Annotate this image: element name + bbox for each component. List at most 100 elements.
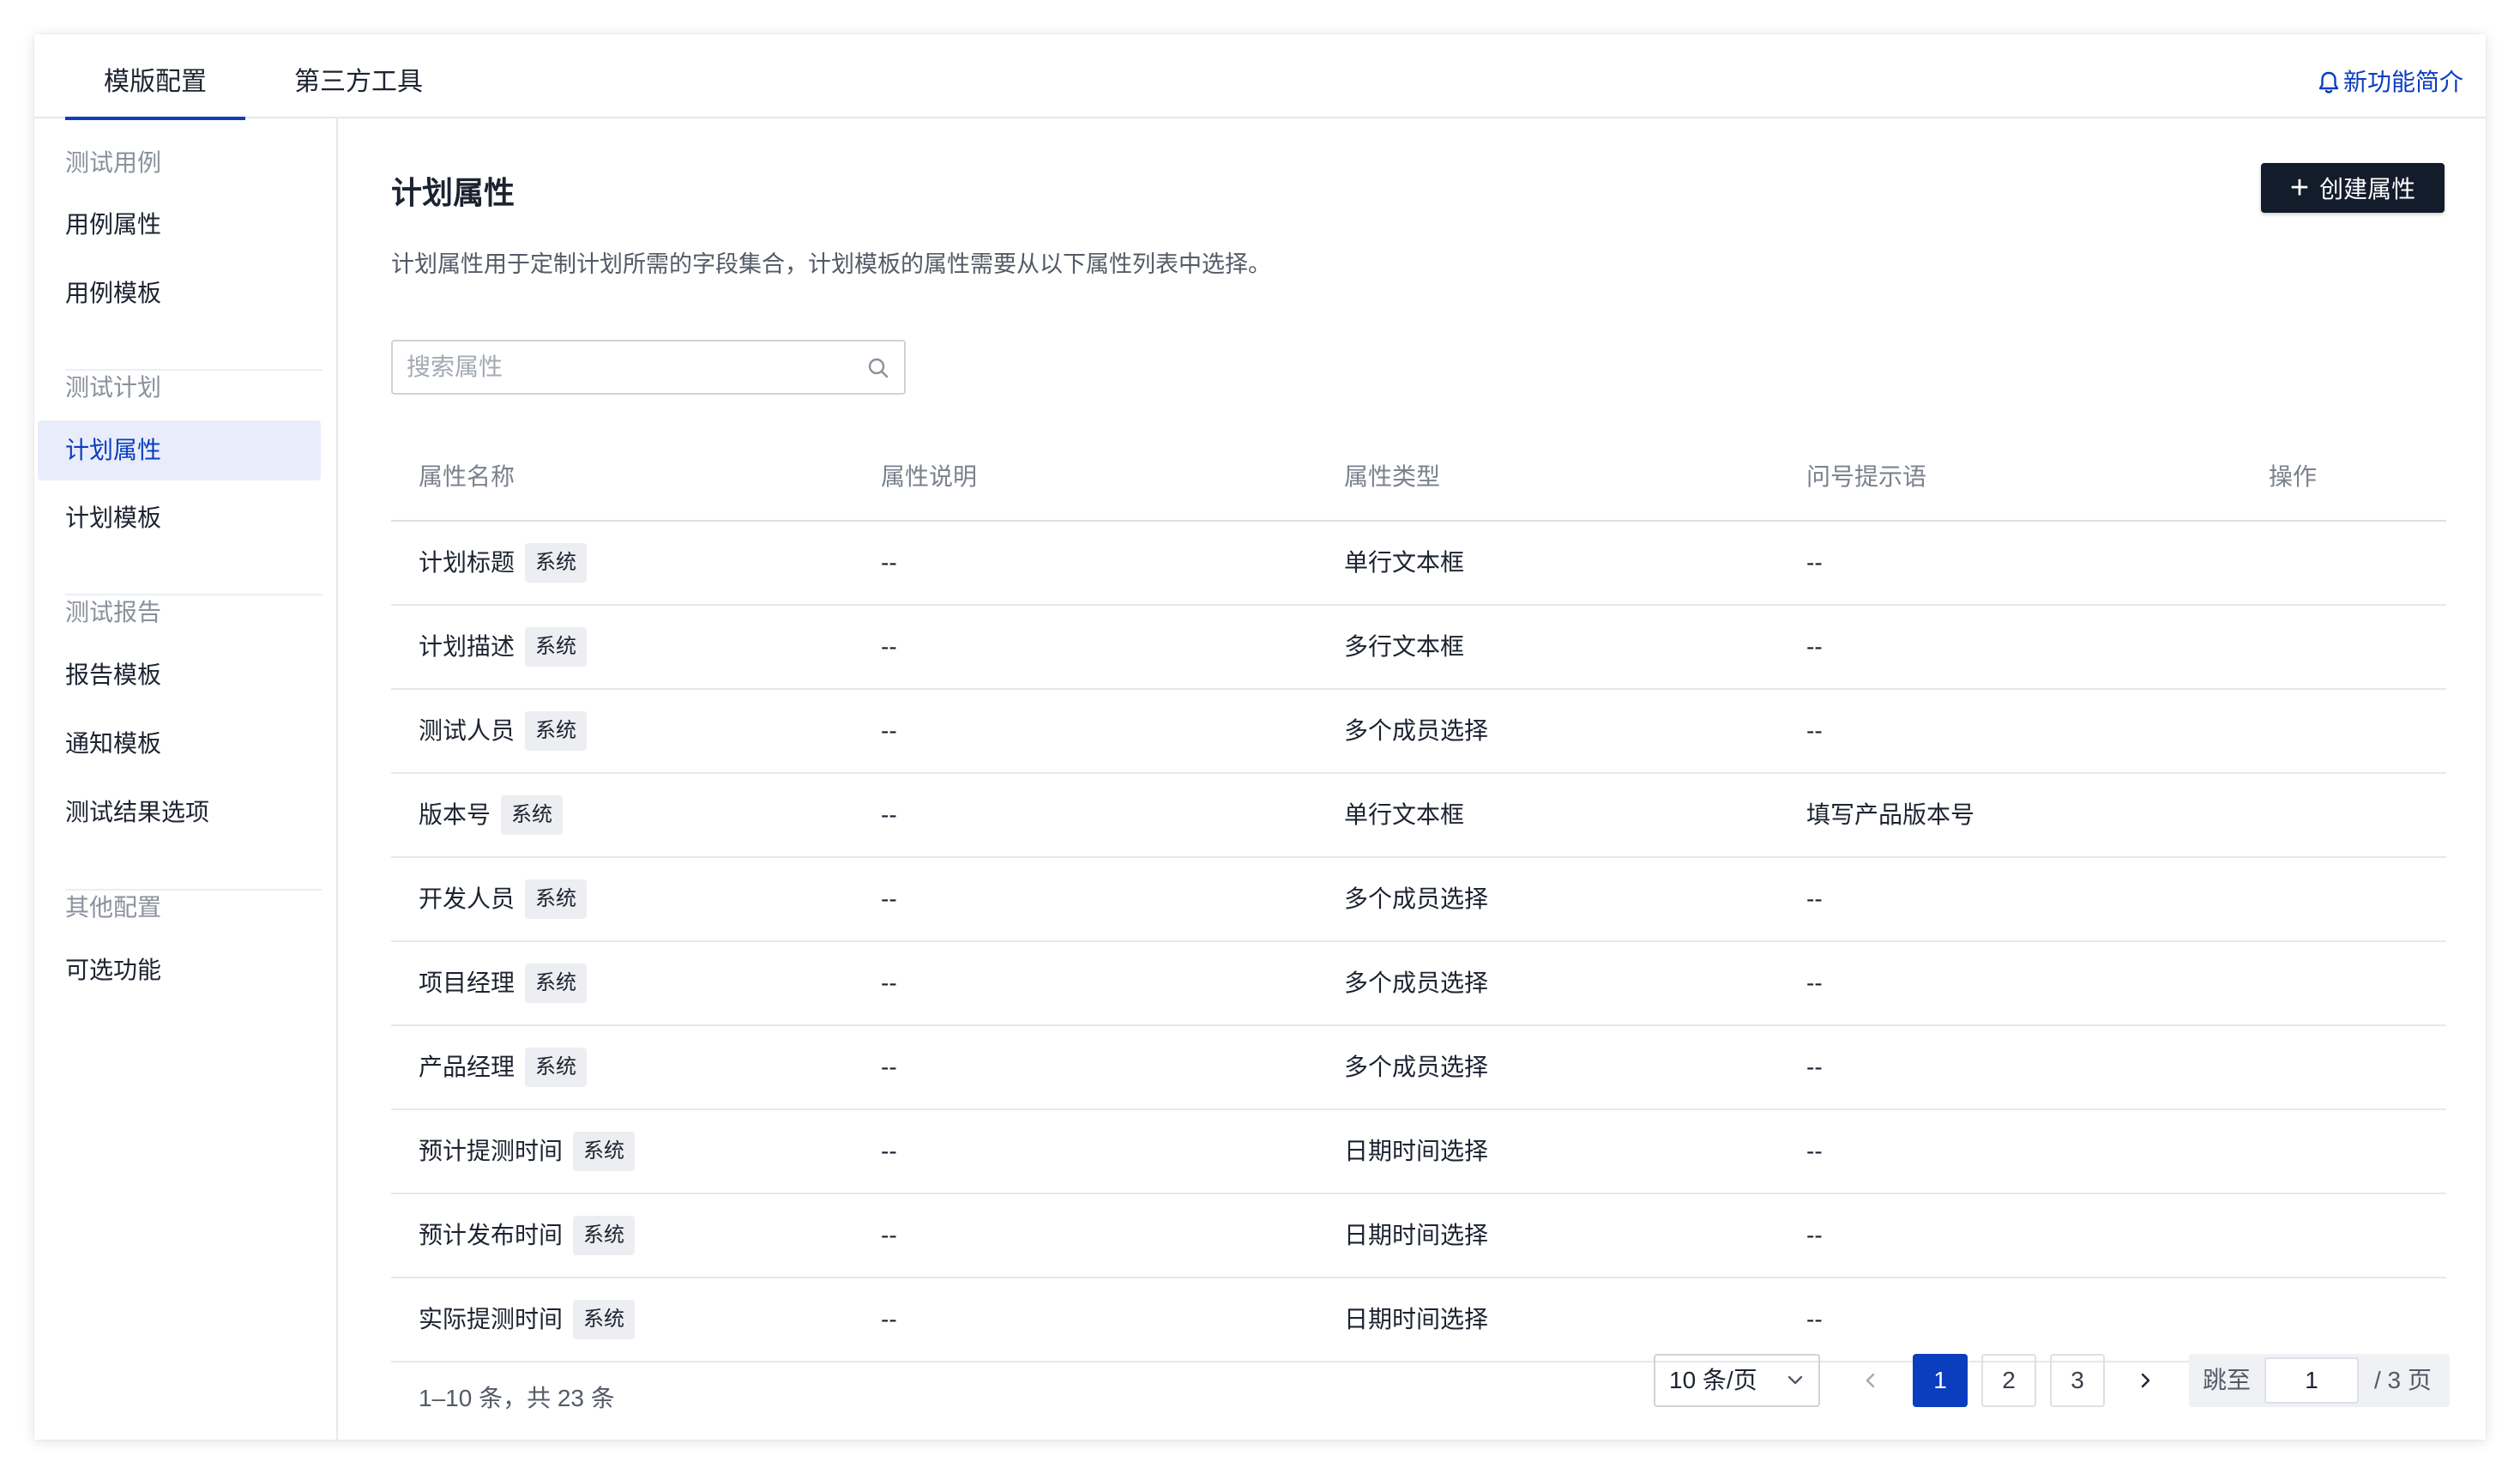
- chevron-right-icon: [2141, 1373, 2150, 1388]
- main-content: 计划属性 + 创建属性 计划属性用于定制计划所需的字段集合，计划模板的属性需要从…: [340, 118, 2486, 1440]
- system-tag: 系统: [573, 1300, 636, 1339]
- attribute-name-cell: 产品经理 系统: [419, 1026, 588, 1109]
- column-header-description: 属性说明: [881, 463, 978, 490]
- system-tag: 系统: [525, 627, 588, 667]
- attribute-hint: --: [1806, 633, 1823, 660]
- attribute-description: --: [881, 801, 897, 828]
- search-input[interactable]: [393, 341, 856, 393]
- attribute-type: 多行文本框: [1344, 633, 1465, 660]
- attribute-name: 预计发布时间: [419, 1222, 564, 1248]
- attribute-name-cell: 计划标题 系统: [419, 522, 588, 604]
- tab-third-party-tools[interactable]: 第三方工具: [273, 34, 444, 118]
- jump-page-input[interactable]: [2264, 1357, 2359, 1404]
- attribute-description: --: [881, 1138, 897, 1164]
- table-row[interactable]: 版本号 系统 -- 单行文本框 填写产品版本号: [391, 774, 2446, 858]
- page-jumper: 跳至 / 3 页: [2189, 1354, 2450, 1407]
- attribute-type: 单行文本框: [1344, 801, 1465, 828]
- sidebar-item-case-attributes[interactable]: 用例属性: [38, 195, 321, 255]
- table-row[interactable]: 预计提测时间 系统 -- 日期时间选择 --: [391, 1110, 2446, 1194]
- attribute-description: --: [881, 717, 897, 744]
- sidebar-item-test-result-options[interactable]: 测试结果选项: [38, 782, 321, 843]
- table-header: 属性名称 属性说明 属性类型 问号提示语 操作: [391, 434, 2446, 522]
- sidebar-item-notification-templates[interactable]: 通知模板: [38, 714, 321, 774]
- create-attribute-button[interactable]: + 创建属性: [2261, 163, 2445, 213]
- search-icon[interactable]: [866, 356, 890, 380]
- sidebar-item-plan-templates[interactable]: 计划模板: [38, 488, 321, 548]
- tab-template-config[interactable]: 模版配置: [65, 34, 245, 120]
- attribute-type: 日期时间选择: [1344, 1306, 1489, 1332]
- jump-to-label: 跳至: [2203, 1367, 2252, 1393]
- table-row[interactable]: 预计发布时间 系统 -- 日期时间选择 --: [391, 1194, 2446, 1278]
- attribute-description: --: [881, 970, 897, 996]
- sidebar-item-case-templates[interactable]: 用例模板: [38, 263, 321, 323]
- sidebar-item-plan-attributes[interactable]: 计划属性: [38, 420, 321, 480]
- sidebar: 测试用例 用例属性 用例模板 测试计划 计划属性 计划模板 测试报告 报告模板 …: [34, 118, 338, 1440]
- attribute-hint: --: [1806, 1222, 1823, 1248]
- system-tag: 系统: [501, 795, 564, 835]
- table-row[interactable]: 实际提测时间 系统 -- 日期时间选择 --: [391, 1278, 2446, 1362]
- attribute-name: 测试人员: [419, 717, 515, 744]
- attribute-name: 计划描述: [419, 633, 515, 660]
- plus-icon: +: [2289, 170, 2310, 206]
- attribute-description: --: [881, 1054, 897, 1080]
- attribute-description: --: [881, 1306, 897, 1332]
- page-button-3[interactable]: 3: [2050, 1354, 2105, 1407]
- prev-page-button[interactable]: [1844, 1354, 1897, 1407]
- attribute-name: 版本号: [419, 801, 491, 828]
- attribute-description: --: [881, 549, 897, 576]
- total-pages-label: / 3 页: [2374, 1367, 2432, 1393]
- system-tag: 系统: [573, 1132, 636, 1171]
- system-tag: 系统: [525, 543, 588, 583]
- system-tag: 系统: [525, 879, 588, 919]
- table-row[interactable]: 产品经理 系统 -- 多个成员选择 --: [391, 1026, 2446, 1110]
- system-tag: 系统: [525, 711, 588, 751]
- column-header-name: 属性名称: [419, 463, 515, 490]
- table-row[interactable]: 项目经理 系统 -- 多个成员选择 --: [391, 942, 2446, 1026]
- attribute-name-cell: 开发人员 系统: [419, 858, 588, 940]
- attribute-type: 单行文本框: [1344, 549, 1465, 576]
- column-header-hint: 问号提示语: [1806, 463, 1927, 490]
- sidebar-group-test-plans: 测试计划: [65, 374, 162, 401]
- next-page-button[interactable]: [2119, 1354, 2172, 1407]
- attribute-type: 多个成员选择: [1344, 970, 1489, 996]
- system-tag: 系统: [573, 1216, 636, 1255]
- sidebar-group-test-reports: 测试报告: [65, 599, 162, 625]
- attribute-name: 实际提测时间: [419, 1306, 564, 1332]
- attribute-type: 日期时间选择: [1344, 1138, 1489, 1164]
- attribute-hint: --: [1806, 1138, 1823, 1164]
- system-tag: 系统: [525, 1048, 588, 1087]
- page-description: 计划属性用于定制计划所需的字段集合，计划模板的属性需要从以下属性列表中选择。: [391, 251, 1271, 277]
- attribute-hint: --: [1806, 970, 1823, 996]
- attribute-name: 开发人员: [419, 885, 515, 912]
- bell-icon: [2318, 71, 2339, 94]
- column-header-actions: 操作: [2269, 463, 2318, 490]
- attribute-hint: 填写产品版本号: [1806, 801, 1975, 828]
- create-attribute-label: 创建属性: [2319, 176, 2416, 202]
- table-row[interactable]: 计划描述 系统 -- 多行文本框 --: [391, 606, 2446, 690]
- system-tag: 系统: [525, 964, 588, 1003]
- table-row[interactable]: 测试人员 系统 -- 多个成员选择 --: [391, 690, 2446, 774]
- table-row[interactable]: 开发人员 系统 -- 多个成员选择 --: [391, 858, 2446, 942]
- attribute-name-cell: 计划描述 系统: [419, 606, 588, 688]
- whats-new-link[interactable]: 新功能简介: [2318, 34, 2463, 118]
- sidebar-item-optional-features[interactable]: 可选功能: [38, 940, 321, 1000]
- pagination-total: 1–10 条，共 23 条: [419, 1385, 615, 1411]
- sidebar-item-report-templates[interactable]: 报告模板: [38, 645, 321, 705]
- page-button-1[interactable]: 1: [1913, 1354, 1968, 1407]
- page-size-select[interactable]: 10 条/页: [1654, 1354, 1820, 1407]
- attributes-table: 属性名称 属性说明 属性类型 问号提示语 操作 计划标题 系统 -- 单行文本框 …: [391, 434, 2446, 1362]
- attribute-name-cell: 实际提测时间 系统: [419, 1278, 636, 1361]
- table-row[interactable]: 计划标题 系统 -- 单行文本框 --: [391, 522, 2446, 606]
- attribute-hint: --: [1806, 717, 1823, 744]
- attribute-hint: --: [1806, 885, 1823, 912]
- app-window: 模版配置 第三方工具 新功能简介 测试用例 用例属性 用例模板 测试计划 计划属…: [34, 34, 2486, 1440]
- attribute-name: 产品经理: [419, 1054, 515, 1080]
- attribute-name-cell: 预计提测时间 系统: [419, 1110, 636, 1193]
- attribute-description: --: [881, 633, 897, 660]
- attribute-name: 项目经理: [419, 970, 515, 996]
- attribute-description: --: [881, 885, 897, 912]
- top-tab-bar: 模版配置 第三方工具 新功能简介: [34, 34, 2486, 120]
- whats-new-label: 新功能简介: [2342, 69, 2463, 95]
- page-button-2[interactable]: 2: [1981, 1354, 2036, 1407]
- attribute-type: 多个成员选择: [1344, 885, 1489, 912]
